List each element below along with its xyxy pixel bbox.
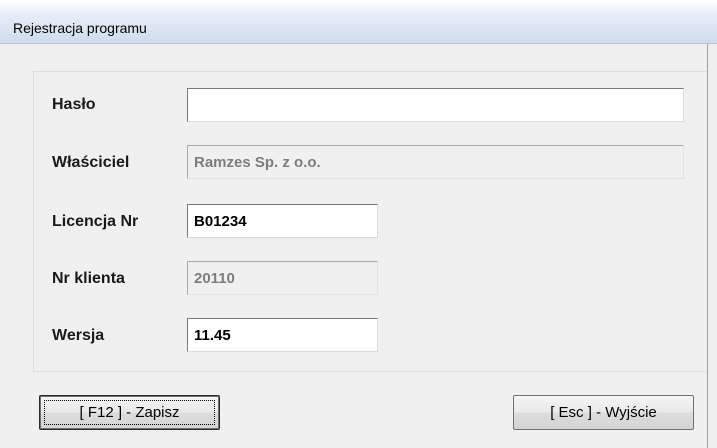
license-number-label: Licencja Nr — [52, 213, 139, 230]
window-right-border — [707, 44, 708, 448]
exit-button-label: [ Esc ] - Wyjście — [550, 404, 657, 421]
password-label: Hasło — [52, 96, 96, 113]
client-number-field — [187, 261, 378, 295]
version-input[interactable] — [187, 318, 378, 352]
save-button-label: [ F12 ] - Zapisz — [79, 404, 180, 421]
password-input[interactable] — [187, 88, 684, 122]
version-label: Wersja — [52, 327, 105, 344]
license-number-input[interactable] — [187, 204, 378, 238]
client-number-label: Nr klienta — [52, 270, 125, 287]
window-title: Rejestracja programu — [13, 20, 147, 36]
save-button[interactable]: [ F12 ] - Zapisz — [39, 395, 220, 430]
exit-button[interactable]: [ Esc ] - Wyjście — [513, 395, 694, 430]
owner-field — [187, 145, 684, 179]
owner-label: Właściciel — [52, 154, 130, 171]
registration-dialog: Rejestracja programu Hasło Właściciel Li… — [0, 0, 717, 448]
title-bar: Rejestracja programu — [0, 0, 717, 44]
